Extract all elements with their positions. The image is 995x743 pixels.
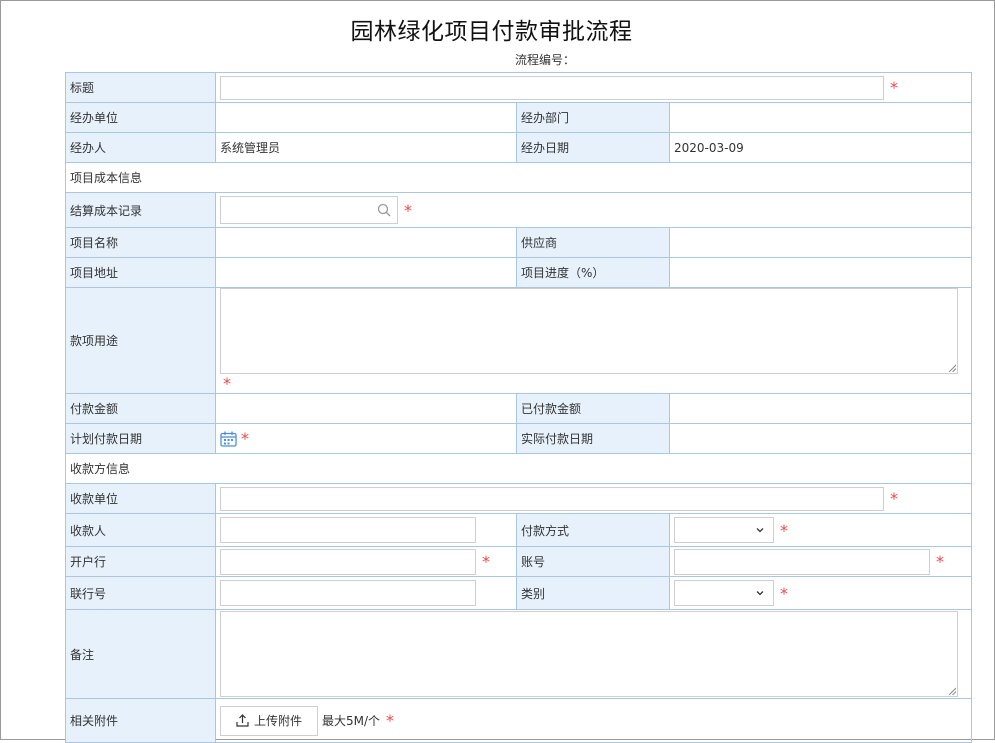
- resize-grip-icon[interactable]: [948, 687, 956, 695]
- page-title: 园林绿化项目付款审批流程: [350, 19, 633, 45]
- pay-amount-label: 付款金额: [65, 393, 216, 424]
- account-input[interactable]: [674, 548, 930, 575]
- account-label: 账号: [516, 546, 670, 577]
- payee-label: 收款人: [65, 513, 216, 547]
- category-label: 类别: [516, 576, 670, 610]
- date-label: 经办日期: [516, 132, 670, 163]
- search-icon[interactable]: [377, 203, 391, 217]
- bank-input[interactable]: [220, 548, 476, 575]
- section-payee-info: 收款方信息: [65, 453, 972, 484]
- pay-method-label: 付款方式: [516, 513, 670, 547]
- pay-method-select[interactable]: [674, 517, 774, 543]
- category-select[interactable]: [674, 580, 774, 606]
- required-mark: *: [936, 552, 944, 571]
- required-mark: *: [404, 200, 412, 220]
- dept-value: [669, 102, 972, 133]
- handler-value: 系统管理员: [215, 132, 517, 163]
- project-addr-value: [215, 257, 517, 288]
- upload-attachment-button[interactable]: 上传附件: [220, 705, 318, 736]
- payee-unit-input[interactable]: [220, 486, 884, 511]
- payee-input[interactable]: [220, 517, 476, 543]
- calendar-icon[interactable]: [220, 431, 237, 447]
- unit-label: 经办单位: [65, 102, 216, 133]
- supplier-label: 供应商: [516, 227, 670, 258]
- supplier-value: [669, 227, 972, 258]
- payee-unit-label: 收款单位: [65, 483, 216, 514]
- required-mark: *: [780, 520, 788, 540]
- date-value: 2020-03-09: [669, 132, 972, 163]
- required-mark: *: [241, 429, 249, 448]
- handler-label: 经办人: [65, 132, 216, 163]
- required-mark: *: [482, 552, 490, 571]
- project-addr-label: 项目地址: [65, 257, 216, 288]
- paid-amount-value: [669, 393, 972, 424]
- progress-value: [669, 257, 972, 288]
- paid-amount-label: 已付款金额: [516, 393, 670, 424]
- project-name-value: [215, 227, 517, 258]
- plan-date-label: 计划付款日期: [65, 423, 216, 454]
- purpose-textarea[interactable]: [220, 288, 958, 374]
- purpose-label: 款项用途: [65, 287, 216, 394]
- remark-textarea[interactable]: [220, 611, 958, 697]
- remark-label: 备注: [65, 609, 216, 699]
- title-input[interactable]: [220, 75, 884, 100]
- bank-no-input[interactable]: [220, 580, 476, 606]
- title-label: 标题: [65, 72, 216, 103]
- actual-date-label: 实际付款日期: [516, 423, 670, 454]
- project-name-label: 项目名称: [65, 227, 216, 258]
- upload-button-label: 上传附件: [253, 713, 302, 728]
- approval-form: 标题 * 经办单位 经办部门 经办人 系统管理员 经办日期 2020-03-09…: [65, 72, 972, 743]
- required-mark: *: [780, 583, 788, 603]
- unit-value: [215, 102, 517, 133]
- dept-label: 经办部门: [516, 102, 670, 133]
- bank-no-label: 联行号: [65, 576, 216, 610]
- bank-label: 开户行: [65, 546, 216, 577]
- required-mark: *: [890, 489, 898, 508]
- required-mark: *: [223, 374, 231, 393]
- actual-date-value: [669, 423, 972, 454]
- resize-grip-icon[interactable]: [948, 364, 956, 372]
- progress-label: 项目进度（%）: [516, 257, 670, 288]
- section-cost-info: 项目成本信息: [65, 162, 972, 193]
- settle-search-input[interactable]: [220, 196, 398, 224]
- chevron-down-icon: [756, 591, 764, 596]
- chevron-down-icon: [756, 528, 764, 533]
- upload-size-hint: 最大5M/个: [322, 714, 381, 728]
- attach-label: 相关附件: [65, 698, 216, 743]
- upload-icon: [236, 713, 249, 727]
- required-mark: *: [890, 78, 898, 97]
- settle-label: 结算成本记录: [65, 192, 216, 228]
- required-mark: *: [386, 711, 395, 730]
- flow-number-label: 流程编号：: [515, 53, 576, 67]
- pay-amount-value: [215, 393, 517, 424]
